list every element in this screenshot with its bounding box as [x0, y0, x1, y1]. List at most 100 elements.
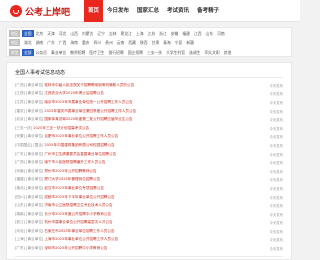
row-title-link[interactable]: 桂林市中级人民法院关于招聘聘用制审判辅助人员的公告 [44, 83, 134, 88]
row-title-link[interactable]: 石家庄市2025年事业单位招聘工作人员公告 [44, 229, 114, 234]
row-date: 今天发布 [269, 126, 283, 131]
filter-tag[interactable]: 三支一扶 [145, 49, 164, 56]
news-row[interactable]: [中国国企] [国企] 2025年中国建筑集团有限公司校园招聘公告 今天发布 [15, 141, 283, 150]
row-category-tag: [山东] [事业单位] [15, 203, 44, 208]
filter-tag[interactable]: 黑龙江 [119, 30, 134, 37]
filter-tag[interactable]: 选调生 [187, 49, 202, 56]
news-row[interactable]: [河南] [事业单位] 郑州市2025年公开招聘教师公告 今天发布 [15, 167, 283, 176]
news-row[interactable]: [安徽] [事业单位] 合肥市2025年事业单位公开招聘工作人员公告 今天发布 [15, 133, 283, 142]
nav-prep[interactable]: 备考精子 [193, 0, 223, 22]
filter-tag[interactable]: 陕西 [138, 39, 150, 46]
news-row[interactable]: [湖北] [事业单位] 武汉市2025年事业单位专项招聘公告 今天发布 [15, 184, 283, 193]
filter-tag[interactable]: 国企招聘 [126, 49, 145, 56]
news-row[interactable]: [广西] [事业单位] 南宁市人民医院招聘编外工作人员公告 今天发布 [15, 158, 283, 167]
row-title-link[interactable]: 长沙市2025年度公开招聘中小学教师公告 [44, 212, 111, 217]
filter-tag[interactable]: 四川 [92, 39, 104, 46]
row-title-link[interactable]: 深圳市2025年公开招聘中小学教师公告 [44, 246, 107, 251]
row-title-link[interactable]: 成都市2025年下半年事业单位公开招聘公告 [44, 195, 114, 200]
news-row[interactable]: [福建] [事业单位] 厦门大学2025年管理岗位招聘公告 今天发布 [15, 176, 283, 185]
filter-tag[interactable]: 江苏 [146, 30, 158, 37]
row-category-tag: [三支一扶] [15, 125, 33, 130]
news-row[interactable]: [江西] [事业单位] 江西农业大学2025年博士后招聘公告 今天发布 [15, 90, 283, 99]
filter-tag[interactable]: 医疗卫生 [87, 49, 106, 56]
filter-tag[interactable]: 海南 [68, 39, 80, 46]
news-row[interactable]: [山东] [事业单位] 济南市公立医院招聘卫生专业技术人员公告 今天发布 [15, 201, 283, 210]
news-list: [广西] [事业单位] 桂林市中级人民法院关于招聘聘用制审判辅助人员的公告 今天发布… [15, 81, 283, 253]
news-row[interactable]: [广东] [事业单位] 广州市卫生健康委员会直属事业单位招聘公告 今天发布 [15, 150, 283, 159]
row-title-link[interactable]: 合肥市2025年事业单位公开招聘工作人员公告 [44, 134, 118, 139]
row-title-link[interactable]: 国家体育总局2025年度第二批公开招聘应届毕业生公告 [44, 117, 132, 122]
row-title-link[interactable]: 南京市2025年市属事业单位统一公开招聘工作人员公告 [44, 100, 132, 105]
row-title-link[interactable]: 江西农业大学2025年博士后招聘公告 [44, 91, 103, 96]
filter-tag[interactable]: 甘肃 [150, 39, 162, 46]
filter-tag[interactable]: 全部 [22, 49, 34, 56]
nav-today[interactable]: 今日发布 [103, 0, 133, 22]
filter-tag[interactable]: 山西 [68, 30, 80, 37]
nav-national[interactable]: 国家汇总 [133, 0, 163, 22]
row-category-tag: [湖北] [事业单位] [15, 185, 44, 190]
filter-tag[interactable]: 吉林 [107, 30, 119, 37]
filter-tag[interactable]: 公务员 [34, 49, 49, 56]
filter-tag[interactable]: 广西 [57, 39, 69, 46]
news-row[interactable]: [广东] [事业单位] 深圳市2025年公开招聘中小学教师公告 今天发布 [15, 244, 283, 253]
row-title-link[interactable]: 上海市2025年事业单位公开招聘工作人员公告 [44, 237, 118, 242]
filter-tag[interactable]: 云南 [115, 39, 127, 46]
filter-tag[interactable]: 新疆 [184, 39, 196, 46]
nav-home[interactable]: 首页 [84, 0, 104, 22]
filter-tag[interactable]: 安徽 [169, 30, 181, 37]
news-row[interactable]: [北京] [事业单位] 国家体育总局2025年度第二批公开招聘应届毕业生公告 今天发… [15, 115, 283, 124]
news-row[interactable]: [河北] [事业单位] 石家庄市2025年事业单位招聘工作人员公告 今天发布 [15, 227, 283, 236]
filter-tag[interactable]: 青海 [161, 39, 173, 46]
row-title-link[interactable]: 厦门大学2025年管理岗位招聘公告 [44, 177, 100, 182]
filter-tag[interactable]: 江西 [192, 30, 204, 37]
filter-tag[interactable]: 大学生村官 [164, 49, 187, 56]
row-title-link[interactable]: 2025年中国建筑集团有限公司校园招聘公告 [44, 143, 114, 148]
filter-tag[interactable]: 全国 [22, 30, 34, 37]
news-row[interactable]: [湖南] [事业单位] 长沙市2025年度公开招聘中小学教师公告 今天发布 [15, 210, 283, 219]
row-title-link[interactable]: 郑州市2025年公开招聘教师公告 [44, 169, 96, 174]
nav-news[interactable]: 考试资讯 [163, 0, 193, 22]
row-title-link[interactable]: 济南市公立医院招聘卫生专业技术人员公告 [44, 203, 112, 208]
filter-tag[interactable]: 广东 [45, 39, 57, 46]
news-row[interactable]: [广西] [事业单位] 桂林市中级人民法院关于招聘聘用制审判辅助人员的公告 今天发布 [15, 81, 283, 90]
filter-tag[interactable]: 福建 [180, 30, 192, 37]
filter-tag[interactable]: 西藏 [126, 39, 138, 46]
filter-tag[interactable]: 贵州 [103, 39, 115, 46]
row-title-link[interactable]: 广州市卫生健康委员会直属事业单位招聘公告 [44, 152, 116, 157]
filter-tag[interactable]: 湖北 [22, 39, 34, 46]
filter-tag[interactable]: 事业单位 [49, 49, 68, 56]
filter-tag[interactable]: 湖南 [34, 39, 46, 46]
row-title-link[interactable]: 2025年重庆市属事业单位第四季度公开招聘工作人员公告 [44, 109, 136, 114]
news-row[interactable]: [四川] [事业单位] 成都市2025年下半年事业单位公开招聘公告 今天发布 [15, 193, 283, 202]
news-row[interactable]: [三支一扶] 2025年三支一扶计划招募考试公告 今天发布 [15, 124, 283, 133]
filter-tag[interactable]: 其他 [222, 49, 234, 56]
filter-tag[interactable]: 教师招聘 [68, 49, 87, 56]
filter-tag[interactable]: 浙江 [157, 30, 169, 37]
news-row[interactable]: [上海] [事业单位] 上海市2025年事业单位公开招聘工作人员公告 今天发布 [15, 236, 283, 245]
filter-tag[interactable]: 宁夏 [173, 39, 185, 46]
news-row[interactable]: [江苏] [事业单位] 南京市2025年市属事业单位统一公开招聘工作人员公告 今天发… [15, 98, 283, 107]
logo[interactable]: 公考上岸吧 [10, 4, 70, 18]
filter-tag[interactable]: 山东 [204, 30, 216, 37]
row-category-tag: [中国国企] [国企] [15, 142, 44, 147]
filter-tag[interactable]: 军队文职 [202, 49, 221, 56]
filter-tag[interactable]: 银行招聘 [107, 49, 126, 56]
filter-tag[interactable]: 内蒙古 [80, 30, 95, 37]
news-list-panel: 全国人事考试信息动态 [广西] [事业单位] 桂林市中级人民法院关于招聘聘用制审判… [6, 62, 292, 260]
row-title-link[interactable]: 2025年三支一扶计划招募考试公告 [33, 126, 89, 131]
row-category-tag: [重庆] [事业单位] [15, 108, 44, 113]
row-title-link[interactable]: 武汉市2025年事业单位专项招聘公告 [44, 186, 103, 191]
filter-tag[interactable]: 天津 [45, 30, 57, 37]
row-category-tag: [广西] [事业单位] [15, 160, 44, 165]
filter-tag[interactable]: 北京 [34, 30, 46, 37]
row-title-link[interactable]: 南宁市人民医院招聘编外工作人员公告 [44, 160, 105, 165]
filter-tag[interactable]: 重庆 [80, 39, 92, 46]
filter-tag[interactable]: 河北 [57, 30, 69, 37]
news-row[interactable]: [重庆] [事业单位] 2025年重庆市属事业单位第四季度公开招聘工作人员公告 今天… [15, 107, 283, 116]
news-row[interactable]: [浙江] [事业单位] 杭州市属事业单位公开招聘高层次人才公告 今天发布 [15, 219, 283, 228]
row-date: 今天发布 [269, 135, 283, 140]
filter-tag[interactable]: 上海 [134, 30, 146, 37]
filter-tag[interactable]: 河南 [215, 30, 227, 37]
filter-tag[interactable]: 辽宁 [95, 30, 107, 37]
row-title-link[interactable]: 杭州市属事业单位公开招聘高层次人才公告 [44, 220, 112, 225]
